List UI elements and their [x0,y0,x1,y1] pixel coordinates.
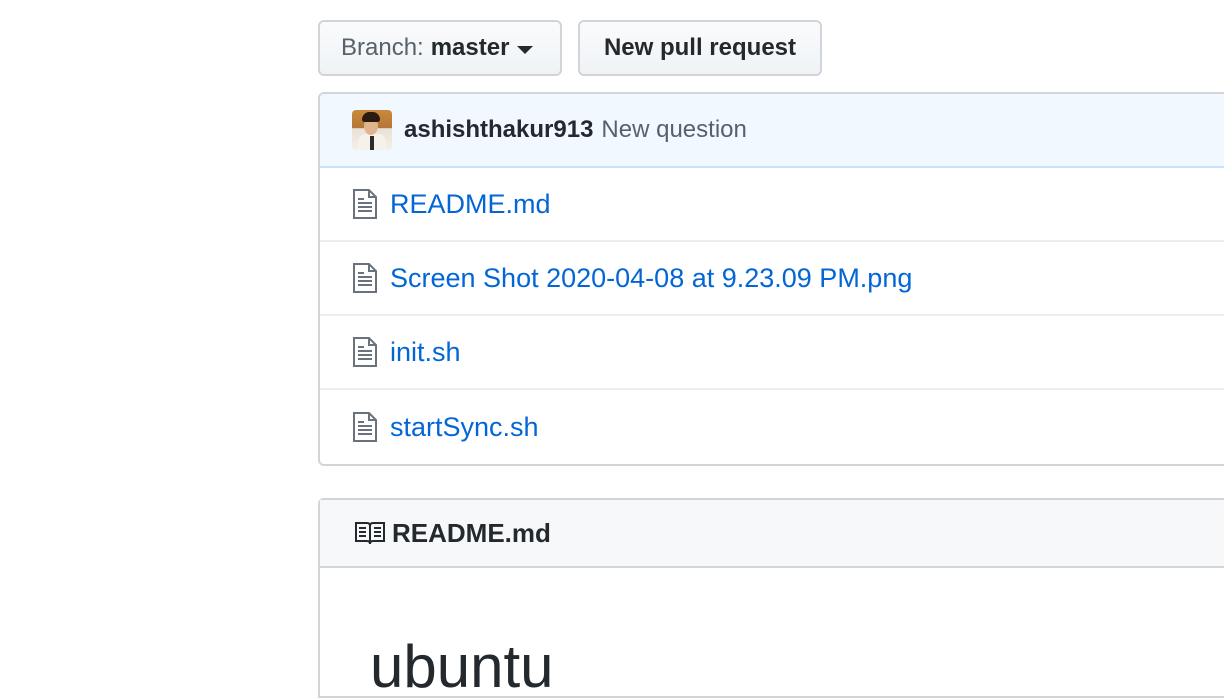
latest-commit-bar: ashishthakur913 New question [320,94,1224,168]
repo-toolbar: Branch: master New pull request [318,20,822,76]
file-row: Screen Shot 2020-04-08 at 9.23.09 PM.png [320,242,1224,316]
file-link[interactable]: Screen Shot 2020-04-08 at 9.23.09 PM.png [390,263,912,294]
readme-panel: README.md ubuntu [318,498,1224,698]
book-icon [355,522,385,545]
readme-title: README.md [392,517,551,548]
file-list: ashishthakur913 New question README.md S… [318,92,1224,466]
branch-prefix-label: Branch: [341,34,424,61]
caret-down-icon [517,46,534,54]
file-link[interactable]: README.md [390,189,551,220]
file-icon [353,263,377,293]
avatar[interactable] [352,110,392,150]
file-icon [353,337,377,367]
commit-message-link[interactable]: New question [601,116,746,144]
file-row: init.sh [320,316,1224,390]
file-row: README.md [320,168,1224,242]
readme-header: README.md [320,500,1224,568]
commit-author-link[interactable]: ashishthakur913 [404,116,593,144]
file-link[interactable]: init.sh [390,337,461,368]
branch-select-button[interactable]: Branch: master [318,20,562,76]
file-icon [353,412,377,442]
file-link[interactable]: startSync.sh [390,412,539,443]
readme-body: ubuntu [320,568,1224,698]
file-row: startSync.sh [320,390,1224,464]
readme-heading: ubuntu [370,633,554,698]
file-icon [353,189,377,219]
new-pull-request-button[interactable]: New pull request [578,20,822,76]
branch-name: master [430,34,510,61]
